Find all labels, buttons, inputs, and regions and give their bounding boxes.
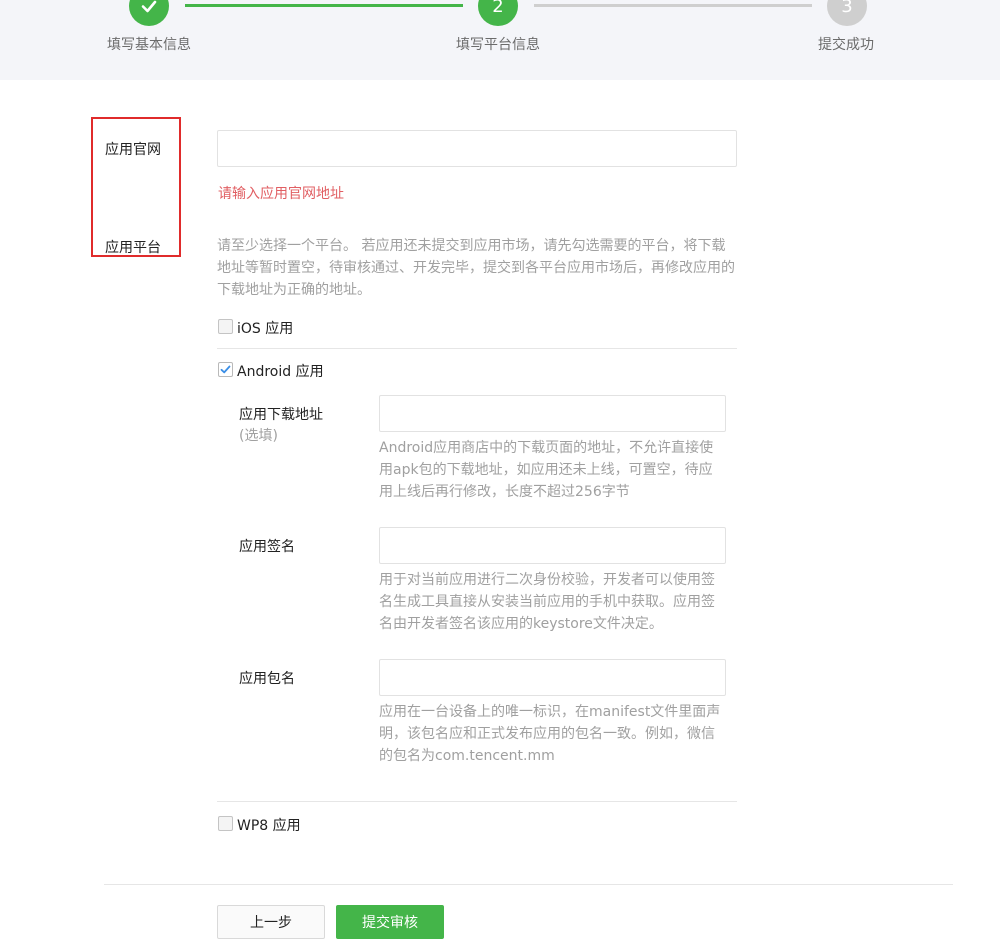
download-url-label: 应用下载地址 bbox=[239, 407, 323, 423]
progress-stepper: 2 3 填写基本信息 填写平台信息 提交成功 bbox=[0, 0, 1000, 80]
step-connector-done bbox=[185, 4, 463, 7]
step-2-number: 2 bbox=[478, 0, 518, 26]
signature-hint: 用于对当前应用进行二次身份校验，开发者可以使用签名生成工具直接从安装当前应用的手… bbox=[379, 572, 715, 632]
website-input[interactable] bbox=[217, 130, 737, 167]
download-url-hint: Android应用商店中的下载页面的地址，不允许直接使用apk包的下载地址，如应… bbox=[379, 440, 714, 500]
label-highlight-box bbox=[91, 117, 181, 257]
download-url-optional: (选填) bbox=[239, 428, 278, 444]
ios-checkbox[interactable] bbox=[218, 319, 233, 334]
platform-label: 应用平台 bbox=[105, 240, 161, 256]
android-checkbox[interactable] bbox=[218, 362, 233, 377]
wp8-label[interactable]: WP8 应用 bbox=[237, 815, 301, 835]
android-divider bbox=[217, 801, 737, 802]
ios-label[interactable]: iOS 应用 bbox=[237, 318, 293, 338]
wp8-checkbox[interactable] bbox=[218, 816, 233, 831]
package-hint: 应用在一台设备上的唯一标识，在manifest文件里面声明，该包名应和正式发布应… bbox=[379, 704, 721, 764]
signature-input[interactable] bbox=[379, 527, 726, 564]
platform-description: 请至少选择一个平台。 若应用还未提交到应用市场，请先勾选需要的平台，将下载地址等… bbox=[217, 238, 735, 298]
step-1-check-icon bbox=[129, 0, 169, 26]
package-input[interactable] bbox=[379, 659, 726, 696]
step-3-number: 3 bbox=[827, 0, 867, 26]
ios-divider bbox=[217, 348, 737, 349]
step-2-label: 填写平台信息 bbox=[456, 37, 540, 53]
android-label[interactable]: Android 应用 bbox=[237, 361, 324, 381]
checkmark-icon bbox=[220, 365, 231, 374]
step-1-label: 填写基本信息 bbox=[107, 37, 191, 53]
footer-divider bbox=[104, 884, 953, 885]
step-3-label: 提交成功 bbox=[818, 37, 874, 53]
step-connector-pending bbox=[534, 4, 812, 7]
download-url-input[interactable] bbox=[379, 395, 726, 432]
signature-label: 应用签名 bbox=[239, 539, 295, 555]
website-label: 应用官网 bbox=[105, 142, 161, 158]
package-label: 应用包名 bbox=[239, 671, 295, 687]
website-error: 请输入应用官网地址 bbox=[218, 186, 344, 202]
